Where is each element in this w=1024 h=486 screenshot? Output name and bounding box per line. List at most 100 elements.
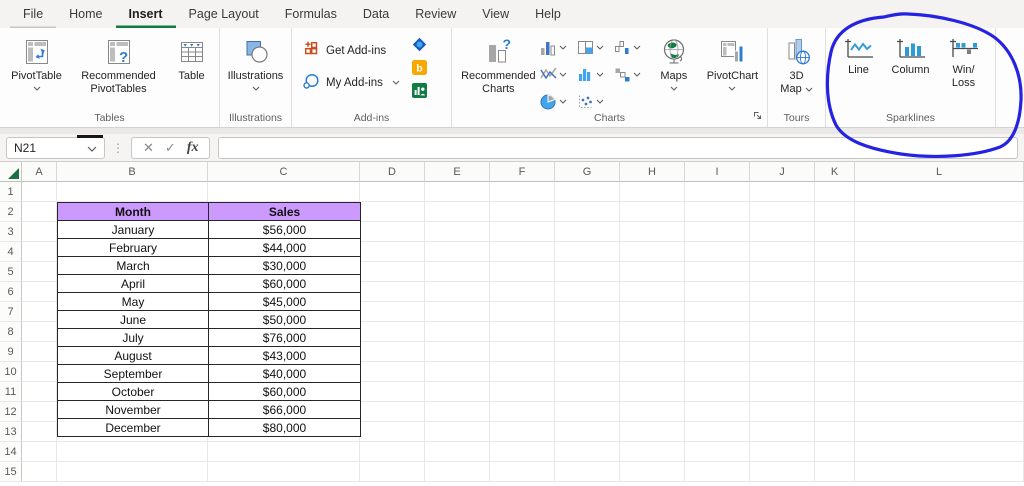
sales-cell-row6[interactable]: $60,000 [208,274,361,293]
cell-K15[interactable] [815,462,855,482]
month-cell-row6[interactable]: April [57,274,209,293]
my-addins-button[interactable]: My Add-ins [302,72,400,93]
cell-I4[interactable] [685,242,750,262]
row-header-13[interactable]: 13 [0,422,22,442]
table-header-month[interactable]: Month [57,202,209,221]
row-header-2[interactable]: 2 [0,202,22,222]
month-cell-row10[interactable]: August [57,346,209,365]
insert-line-chart-button[interactable] [539,61,576,88]
cell-J10[interactable] [750,362,815,382]
cell-E10[interactable] [425,362,490,382]
cell-K6[interactable] [815,282,855,302]
column-header-H[interactable]: H [620,162,685,182]
cell-I6[interactable] [685,282,750,302]
cell-G4[interactable] [555,242,620,262]
select-all-corner[interactable] [0,162,22,182]
row-header-12[interactable]: 12 [0,402,22,422]
sales-cell-row4[interactable]: $44,000 [208,238,361,257]
cell-L7[interactable] [855,302,1024,322]
sparkline-line-button[interactable]: Line [837,31,881,77]
cell-K1[interactable] [815,182,855,202]
cell-I14[interactable] [685,442,750,462]
enter-icon[interactable]: ✓ [165,140,176,156]
insert-hierarchy-chart-button[interactable] [576,34,613,61]
cell-J5[interactable] [750,262,815,282]
cell-F6[interactable] [490,282,555,302]
cell-E11[interactable] [425,382,490,402]
cell-J2[interactable] [750,202,815,222]
insert-function-icon[interactable]: fx [187,140,199,156]
cell-J15[interactable] [750,462,815,482]
cell-D15[interactable] [360,462,425,482]
cell-F12[interactable] [490,402,555,422]
cell-A2[interactable] [22,202,57,222]
table-header-sales[interactable]: Sales [208,202,361,221]
cell-D5[interactable] [360,262,425,282]
cell-K4[interactable] [815,242,855,262]
month-cell-row13[interactable]: November [57,400,209,419]
cell-D11[interactable] [360,382,425,402]
cell-D7[interactable] [360,302,425,322]
cell-E2[interactable] [425,202,490,222]
cell-C1[interactable] [208,182,360,202]
cell-K10[interactable] [815,362,855,382]
table-button[interactable]: Table [167,30,217,83]
cell-A10[interactable] [22,362,57,382]
cell-F8[interactable] [490,322,555,342]
illustrations-button[interactable]: Illustrations [221,30,291,92]
cell-J8[interactable] [750,322,815,342]
tab-formulas[interactable]: Formulas [272,0,350,28]
row-header-3[interactable]: 3 [0,222,22,242]
cell-H5[interactable] [620,262,685,282]
cell-A1[interactable] [22,182,57,202]
cell-E3[interactable] [425,222,490,242]
cell-G13[interactable] [555,422,620,442]
tab-view[interactable]: View [469,0,522,28]
cell-A15[interactable] [22,462,57,482]
cell-D9[interactable] [360,342,425,362]
cell-H2[interactable] [620,202,685,222]
cell-F7[interactable] [490,302,555,322]
cell-G2[interactable] [555,202,620,222]
cell-H3[interactable] [620,222,685,242]
cell-K11[interactable] [815,382,855,402]
cell-A14[interactable] [22,442,57,462]
maps-button[interactable]: Maps [650,30,698,92]
tab-data[interactable]: Data [350,0,402,28]
cell-L4[interactable] [855,242,1024,262]
cell-L3[interactable] [855,222,1024,242]
cell-D12[interactable] [360,402,425,422]
cell-A3[interactable] [22,222,57,242]
sales-cell-row3[interactable]: $56,000 [208,220,361,239]
cell-J6[interactable] [750,282,815,302]
cell-F14[interactable] [490,442,555,462]
cell-L9[interactable] [855,342,1024,362]
cell-E1[interactable] [425,182,490,202]
cell-J14[interactable] [750,442,815,462]
sales-cell-row13[interactable]: $66,000 [208,400,361,419]
cell-D3[interactable] [360,222,425,242]
sales-cell-row11[interactable]: $40,000 [208,364,361,383]
cell-D14[interactable] [360,442,425,462]
tab-review[interactable]: Review [402,0,469,28]
cell-D1[interactable] [360,182,425,202]
cell-F15[interactable] [490,462,555,482]
cell-E7[interactable] [425,302,490,322]
cell-I10[interactable] [685,362,750,382]
cell-B15[interactable] [57,462,208,482]
cell-J9[interactable] [750,342,815,362]
cell-L11[interactable] [855,382,1024,402]
cell-E13[interactable] [425,422,490,442]
cell-L8[interactable] [855,322,1024,342]
pivotchart-button[interactable]: PivotChart [698,30,767,92]
3d-map-button[interactable]: 3D Map [770,30,824,96]
cell-I12[interactable] [685,402,750,422]
column-header-B[interactable]: B [57,162,208,182]
cell-K9[interactable] [815,342,855,362]
cell-H12[interactable] [620,402,685,422]
cell-E12[interactable] [425,402,490,422]
cell-A6[interactable] [22,282,57,302]
month-cell-row9[interactable]: July [57,328,209,347]
cell-G1[interactable] [555,182,620,202]
cell-K7[interactable] [815,302,855,322]
